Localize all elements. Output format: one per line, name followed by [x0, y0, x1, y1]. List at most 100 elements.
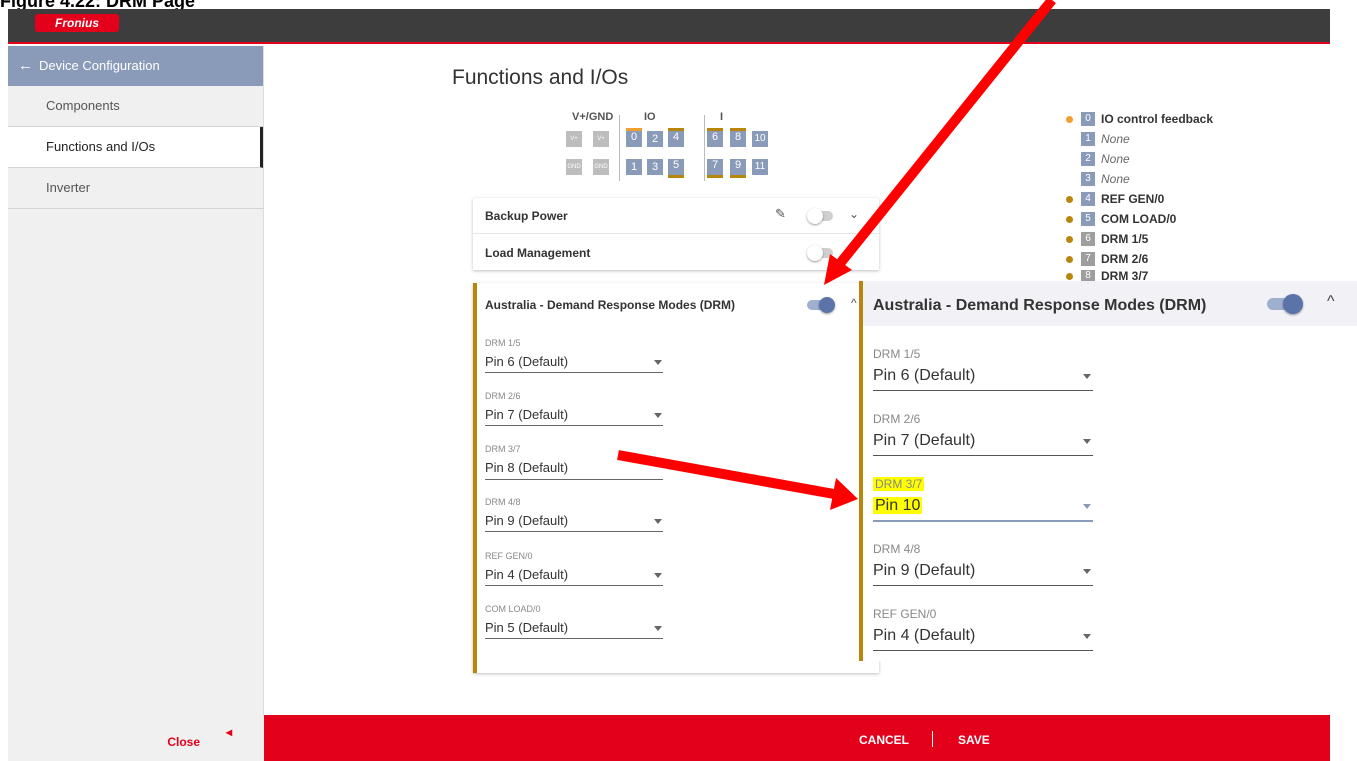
dropdown-caret-icon: [1083, 569, 1091, 574]
legend-pin-number: 6: [1081, 232, 1095, 246]
pin-gnd: GND: [593, 159, 609, 175]
top-bar: Fronius: [8, 9, 1330, 44]
pin-group-label-input: I: [720, 111, 724, 123]
legend-row: 1 None: [1066, 130, 1130, 148]
legend-pin-number: 4: [1081, 192, 1095, 206]
field-label: REF GEN/0: [873, 607, 937, 621]
toggle-knob: [1283, 294, 1303, 314]
field-value: Pin 4 (Default): [485, 567, 569, 582]
drm-card: Australia - Demand Response Modes (DRM) …: [473, 283, 879, 673]
drm-card-title: Australia - Demand Response Modes (DRM): [485, 298, 736, 312]
pin-5: 5: [668, 159, 684, 178]
field-underline: [873, 390, 1093, 391]
status-dot-icon: [1066, 195, 1073, 203]
backup-power-toggle[interactable]: [807, 208, 833, 224]
field-label: DRM 4/8: [873, 542, 921, 556]
legend-row: 6 DRM 1/5: [1066, 230, 1148, 248]
sidebar-item-inverter[interactable]: Inverter: [8, 168, 263, 209]
pin-0: 0: [626, 128, 642, 147]
field-label: DRM 2/6: [485, 391, 521, 401]
bottom-action-bar: CANCEL SAVE: [264, 715, 1330, 761]
legend-text: None: [1101, 132, 1130, 146]
legend-text: REF GEN/0: [1101, 192, 1165, 206]
pin-9: 9: [730, 159, 746, 178]
toggle-knob: [807, 208, 823, 224]
cancel-button[interactable]: CANCEL: [859, 733, 909, 747]
pin-6: 6: [707, 128, 723, 147]
sidebar-item-components[interactable]: Components: [8, 86, 263, 127]
status-dot-icon: [1066, 215, 1073, 223]
save-button[interactable]: SAVE: [958, 733, 990, 747]
field-value: Pin 10: [873, 497, 923, 515]
close-label: Close: [167, 735, 200, 749]
field-value: Pin 9 (Default): [873, 562, 976, 579]
legend-pin-number: 5: [1081, 212, 1095, 226]
pin-11: 11: [752, 159, 768, 175]
field-label: DRM 4/8: [485, 497, 521, 507]
load-management-label: Load Management: [485, 246, 591, 260]
field-label: REF GEN/0: [485, 551, 533, 561]
legend-row: 4 REF GEN/0: [1066, 190, 1164, 208]
sidebar-header-back[interactable]: ← Device Configuration: [8, 46, 263, 86]
sidebar-header-label: Device Configuration: [39, 58, 160, 73]
zoom-header: Australia - Demand Response Modes (DRM) …: [863, 281, 1357, 326]
chevron-down-icon[interactable]: ⌄: [849, 207, 859, 221]
dropdown-caret-icon: [654, 519, 662, 524]
dropdown-caret-icon: [654, 360, 662, 365]
legend-pin-number: 7: [1081, 252, 1095, 266]
page-title: Functions and I/Os: [452, 66, 629, 89]
backup-power-label: Backup Power: [485, 209, 568, 223]
sidebar-item-functions-ios[interactable]: Functions and I/Os: [8, 127, 263, 168]
field-underline: [485, 425, 663, 426]
pin-group-label-power: V+/GND: [572, 111, 614, 123]
pin-1: 1: [626, 159, 642, 175]
legend-row: 7 DRM 2/6: [1066, 250, 1148, 268]
drm-toggle-zoom[interactable]: [1267, 294, 1303, 314]
edit-pencil-icon[interactable]: ✎: [775, 206, 786, 222]
status-dot-icon: [1066, 272, 1073, 280]
legend-text: DRM 2/6: [1101, 252, 1149, 266]
status-dot-icon: [1066, 136, 1073, 143]
field-value: Pin 7 (Default): [873, 432, 976, 449]
close-button[interactable]: ◂ Close: [167, 725, 232, 749]
field-underline: [485, 585, 663, 586]
status-dot-icon: [1066, 156, 1073, 163]
legend-row: 5 COM LOAD/0: [1066, 210, 1176, 228]
legend-row: 0 IO control feedback: [1066, 110, 1213, 128]
field-value: Pin 9 (Default): [485, 513, 569, 528]
pin-3: 3: [647, 159, 663, 175]
chevron-up-icon[interactable]: ^: [851, 296, 857, 310]
sidebar-close-area: ◂ Close: [8, 715, 264, 761]
pin-2: 2: [647, 131, 663, 147]
pin-group-label-io: IO: [644, 111, 656, 123]
function-list-card: Backup Power ✎ ⌄ Load Management: [473, 198, 879, 270]
dropdown-caret-icon: [1083, 374, 1091, 379]
status-dot-icon: [1066, 115, 1073, 123]
field-underline: [485, 479, 663, 480]
field-underline: [873, 455, 1093, 456]
legend-row: 2 None: [1066, 150, 1130, 168]
pin-grid: V+/GND IO I V+ V+ 0 2 4 6 8 10 GND GND 1…: [566, 111, 796, 181]
field-underline: [873, 520, 1093, 522]
field-underline: [485, 372, 663, 373]
button-divider: [932, 731, 933, 747]
field-underline: [873, 585, 1093, 586]
dropdown-caret-icon: [1083, 504, 1091, 509]
field-value: Pin 5 (Default): [485, 620, 569, 635]
status-dot-icon: [1066, 235, 1073, 243]
pin-divider: [704, 115, 705, 181]
field-label: COM LOAD/0: [485, 604, 541, 614]
field-value: Pin 6 (Default): [485, 354, 569, 369]
load-management-toggle[interactable]: [807, 245, 833, 261]
field-underline: [485, 531, 663, 532]
legend-row: 3 None: [1066, 170, 1130, 188]
dropdown-caret-icon: [654, 573, 662, 578]
drm-zoom-panel: Australia - Demand Response Modes (DRM) …: [859, 281, 1357, 661]
pin-v-plus: V+: [566, 131, 582, 147]
drm-toggle[interactable]: [807, 297, 835, 313]
field-underline: [873, 650, 1093, 651]
pin-4: 4: [668, 128, 684, 147]
chevron-up-icon[interactable]: ^: [1327, 293, 1335, 311]
legend-text: COM LOAD/0: [1101, 212, 1177, 226]
toggle-knob: [807, 245, 823, 261]
